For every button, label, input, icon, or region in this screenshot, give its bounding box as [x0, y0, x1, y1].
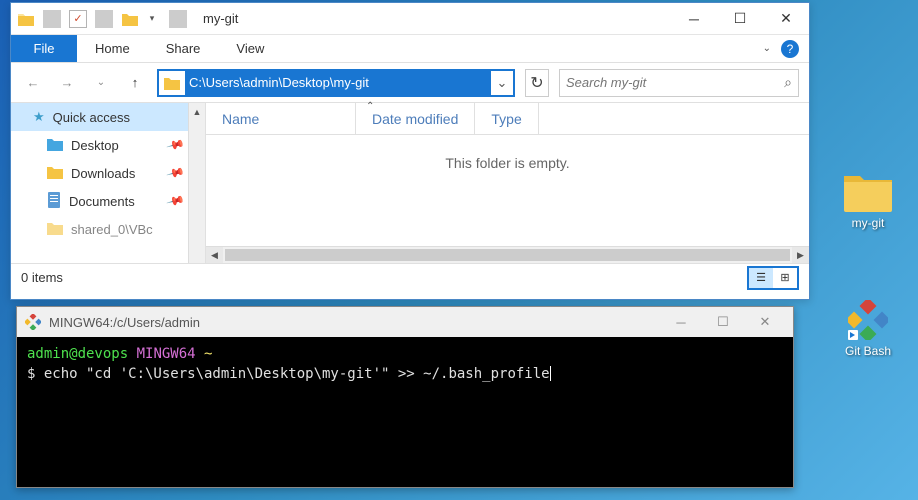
navbar: ← → ⌄ ↑ C:\Users\admin\Desktop\my-git ⌄ … [11, 63, 809, 103]
window-title: my-git [203, 11, 671, 26]
icons-view-button[interactable]: ⊞ [773, 268, 797, 288]
sidebar-item-desktop[interactable]: Desktop 📌 [11, 131, 205, 159]
sidebar-item-label: Quick access [53, 110, 130, 125]
downloads-icon [47, 165, 63, 182]
icon-label: my-git [852, 216, 885, 230]
desktop-folder-my-git[interactable]: my-git [830, 170, 906, 230]
pin-icon: 📌 [166, 163, 186, 183]
prompt-user: admin@devops [27, 346, 128, 362]
cursor [550, 366, 551, 381]
folder-icon [159, 76, 185, 90]
file-list: ⌃ Name Date modified Type This folder is… [206, 103, 809, 263]
qat-dropdown-icon[interactable]: ▾ [143, 10, 161, 28]
terminal-body[interactable]: admin@devops MINGW64 ~ $ echo "cd 'C:\Us… [17, 337, 793, 392]
column-type[interactable]: Type [475, 103, 538, 134]
star-icon: ★ [33, 109, 45, 125]
sidebar-item-label: shared_0\VBc [71, 222, 153, 237]
divider [169, 10, 187, 28]
view-toggle: ☰ ⊞ [747, 266, 799, 290]
column-name[interactable]: Name [206, 103, 356, 134]
address-text[interactable]: C:\Users\admin\Desktop\my-git [185, 71, 491, 95]
pin-icon: 📌 [166, 135, 186, 155]
minimize-button[interactable]: ─ [671, 4, 717, 34]
sidebar-item-downloads[interactable]: Downloads 📌 [11, 159, 205, 187]
horizontal-scrollbar[interactable]: ◀ ▶ [206, 246, 809, 263]
up-button[interactable]: ↑ [123, 71, 147, 95]
scroll-right-icon[interactable]: ▶ [792, 247, 809, 263]
sidebar-quick-access[interactable]: ★ Quick access [11, 103, 205, 131]
qat-checkbox-icon[interactable]: ✓ [69, 10, 87, 28]
maximize-button[interactable]: ☐ [703, 310, 743, 334]
prompt-env: MINGW64 [137, 346, 196, 362]
sidebar-item-label: Documents [69, 194, 135, 209]
search-box[interactable]: ⌕ [559, 69, 799, 97]
scroll-left-icon[interactable]: ◀ [206, 247, 223, 263]
sidebar-item-shared[interactable]: shared_0\VBc [11, 215, 205, 243]
tab-home[interactable]: Home [77, 35, 148, 62]
sidebar-item-documents[interactable]: Documents 📌 [11, 187, 205, 215]
maximize-button[interactable]: ☐ [717, 4, 763, 34]
ribbon-expand-icon[interactable]: ⌄ [763, 43, 771, 54]
forward-button[interactable]: → [55, 71, 79, 95]
minimize-button[interactable]: ─ [661, 310, 701, 334]
ribbon: File Home Share View ⌄ ? [11, 35, 809, 63]
file-tab[interactable]: File [11, 35, 77, 62]
close-button[interactable]: ✕ [763, 4, 809, 34]
folder-icon[interactable] [121, 10, 139, 28]
gitbash-icon [25, 314, 41, 330]
folder-icon [17, 10, 35, 28]
scroll-up-icon[interactable]: ▲ [189, 103, 205, 120]
icon-label: Git Bash [845, 344, 891, 358]
terminal-titlebar[interactable]: MINGW64:/c/Users/admin ─ ☐ ✕ [17, 307, 793, 337]
refresh-button[interactable]: ↻ [525, 69, 549, 97]
folder-icon [842, 170, 894, 212]
search-input[interactable] [566, 75, 784, 90]
folder-icon [47, 221, 63, 238]
scroll-thumb[interactable] [225, 249, 790, 261]
empty-message: This folder is empty. [206, 135, 809, 246]
details-view-button[interactable]: ☰ [749, 268, 773, 288]
documents-icon [47, 192, 61, 211]
sort-indicator-icon: ⌃ [366, 101, 374, 112]
desktop-shortcut-gitbash[interactable]: Git Bash [830, 300, 906, 358]
divider [43, 10, 61, 28]
sidebar: ★ Quick access Desktop 📌 Downloads 📌 Doc… [11, 103, 206, 263]
terminal-window: MINGW64:/c/Users/admin ─ ☐ ✕ admin@devop… [16, 306, 794, 488]
gitbash-icon [848, 300, 888, 340]
prompt-path: ~ [204, 346, 212, 362]
terminal-command: echo "cd 'C:\Users\admin\Desktop\my-git'… [44, 366, 550, 382]
back-button[interactable]: ← [21, 71, 45, 95]
recent-dropdown-icon[interactable]: ⌄ [89, 71, 113, 95]
divider [95, 10, 113, 28]
desktop-icon [47, 137, 63, 154]
address-bar[interactable]: C:\Users\admin\Desktop\my-git ⌄ [157, 69, 515, 97]
sidebar-item-label: Desktop [71, 138, 119, 153]
item-count: 0 items [21, 270, 63, 285]
close-button[interactable]: ✕ [745, 310, 785, 334]
explorer-window: ✓ ▾ my-git ─ ☐ ✕ File Home Share View ⌄ … [10, 2, 810, 300]
address-dropdown-icon[interactable]: ⌄ [491, 75, 513, 91]
scrollbar[interactable]: ▲ [188, 103, 205, 263]
search-icon: ⌕ [784, 74, 792, 91]
tab-share[interactable]: Share [148, 35, 219, 62]
pin-icon: 📌 [166, 191, 186, 211]
titlebar[interactable]: ✓ ▾ my-git ─ ☐ ✕ [11, 3, 809, 35]
terminal-title: MINGW64:/c/Users/admin [49, 315, 661, 330]
sidebar-item-label: Downloads [71, 166, 135, 181]
column-headers: ⌃ Name Date modified Type [206, 103, 809, 135]
tab-view[interactable]: View [218, 35, 282, 62]
help-icon[interactable]: ? [781, 40, 799, 58]
statusbar: 0 items ☰ ⊞ [11, 263, 809, 291]
